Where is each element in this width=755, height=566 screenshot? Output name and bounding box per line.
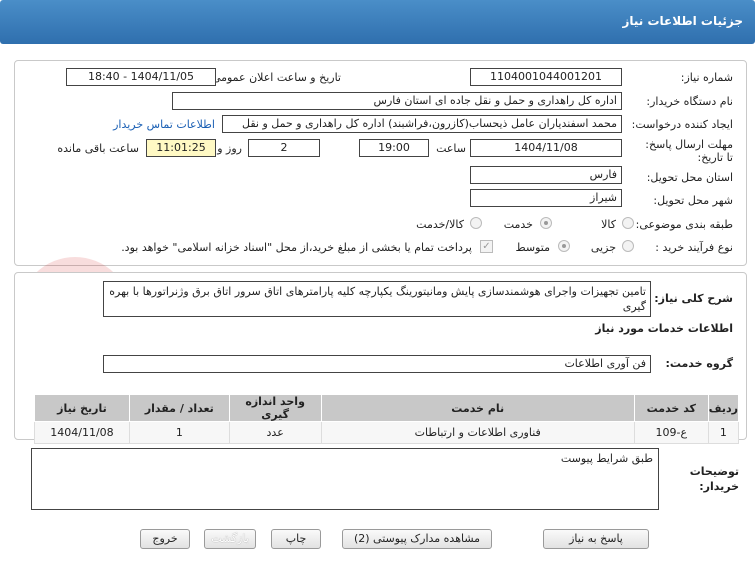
category-goods-radio[interactable] xyxy=(622,217,634,229)
process-medium-radio[interactable] xyxy=(558,240,570,252)
days-remaining-field: 2 xyxy=(248,139,320,157)
page-header: جزئیات اطلاعات نیاز xyxy=(0,0,755,44)
process-minor-radio[interactable] xyxy=(622,240,634,252)
need-number-field: 1104001044001201 xyxy=(470,68,622,86)
creator-label: ایجاد کننده درخواست: xyxy=(631,118,733,131)
category-service-radio[interactable] xyxy=(540,217,552,229)
treasury-payment-note: پرداخت تمام یا بخشی از مبلغ خرید،از محل … xyxy=(121,241,472,254)
col-service-code: کد خدمت xyxy=(633,394,709,422)
col-unit: واحد اندازه گیری xyxy=(228,394,322,422)
buyer-notes-label: توضیحات خریدار: xyxy=(689,465,739,493)
category-goods-service-radio[interactable] xyxy=(470,217,482,229)
buyer-org-label: نام دستگاه خریدار: xyxy=(646,95,733,108)
table-row: 1404/11/08 1 عدد فناوری اطلاعات و ارتباط… xyxy=(34,421,740,444)
services-table-header: تاریخ نیاز تعداد / مقدار واحد اندازه گیر… xyxy=(34,394,740,422)
description-label: شرح کلی نیاز: xyxy=(654,292,733,305)
creator-field: محمد اسفندیاران عامل ذیحساب(کازرون،فراشب… xyxy=(222,115,622,133)
city-field: شیراز xyxy=(470,189,622,207)
col-service-name: نام خدمت xyxy=(320,394,635,422)
process-medium-label: متوسط xyxy=(515,241,550,254)
print-button[interactable]: چاپ xyxy=(271,529,321,549)
service-group-field: فن آوری اطلاعات xyxy=(103,355,651,373)
need-number-label: شماره نیاز: xyxy=(680,71,733,84)
days-label: روز و xyxy=(217,142,242,155)
cell-service-code: ع-109 xyxy=(633,421,709,444)
back-button[interactable]: بازگشت xyxy=(204,529,256,549)
deadline-label: مهلت ارسال پاسخ: تا تاریخ: xyxy=(645,138,733,164)
deadline-time-field: 19:00 xyxy=(359,139,429,157)
province-field: فارس xyxy=(470,166,622,184)
col-row: ردیف xyxy=(707,394,740,422)
category-label: طبقه بندی موضوعی: xyxy=(635,218,733,231)
col-quantity: تعداد / مقدار xyxy=(128,394,230,422)
category-goods-service-label: کالا/خدمت xyxy=(416,218,464,231)
remaining-time-field: 11:01:25 xyxy=(146,139,216,157)
description-textarea: تامین تجهیزات واجرای هوشمندسازی پایش وما… xyxy=(103,281,651,317)
remaining-time-label: ساعت باقی مانده xyxy=(57,142,139,155)
cell-need-date: 1404/11/08 xyxy=(34,421,130,444)
deadline-date-field: 1404/11/08 xyxy=(470,139,622,157)
deadline-time-label: ساعت xyxy=(436,142,466,155)
cell-row: 1 xyxy=(707,421,740,444)
col-need-date: تاریخ نیاز xyxy=(34,394,130,422)
services-table: تاریخ نیاز تعداد / مقدار واحد اندازه گیر… xyxy=(34,394,740,444)
process-minor-label: جزیی xyxy=(590,241,616,254)
announce-datetime-field: 1404/11/05 - 18:40 xyxy=(66,68,216,86)
buyer-contact-link[interactable]: اطلاعات تماس خریدار xyxy=(113,118,215,131)
treasury-payment-checkbox[interactable]: ✓ xyxy=(480,240,493,253)
page-title: جزئیات اطلاعات نیاز xyxy=(622,14,743,28)
cell-unit: عدد xyxy=(228,421,322,444)
services-section-title: اطلاعات خدمات مورد نیاز xyxy=(595,322,733,335)
announce-label: تاریخ و ساعت اعلان عمومی: xyxy=(208,71,341,84)
cell-quantity: 1 xyxy=(128,421,230,444)
process-type-label: نوع فرآیند خرید : xyxy=(655,241,733,254)
cell-service-name: فناوری اطلاعات و ارتباطات xyxy=(320,421,635,444)
buyer-org-field: اداره کل راهداری و حمل و نقل جاده ای است… xyxy=(172,92,622,110)
reply-button[interactable]: پاسخ به نیاز xyxy=(543,529,649,549)
services-table-wrap: تاریخ نیاز تعداد / مقدار واحد اندازه گیر… xyxy=(34,394,740,444)
buyer-notes-textarea: طبق شرایط پیوست xyxy=(31,448,659,510)
category-service-label: خدمت xyxy=(503,218,533,231)
exit-button[interactable]: خروج xyxy=(140,529,190,549)
city-label: شهر محل تحویل: xyxy=(653,194,733,207)
view-attachments-button[interactable]: مشاهده مدارک پیوستی (2) xyxy=(342,529,492,549)
category-goods-label: کالا xyxy=(601,218,616,231)
service-group-label: گروه خدمت: xyxy=(665,357,733,370)
province-label: استان محل تحویل: xyxy=(646,171,733,184)
